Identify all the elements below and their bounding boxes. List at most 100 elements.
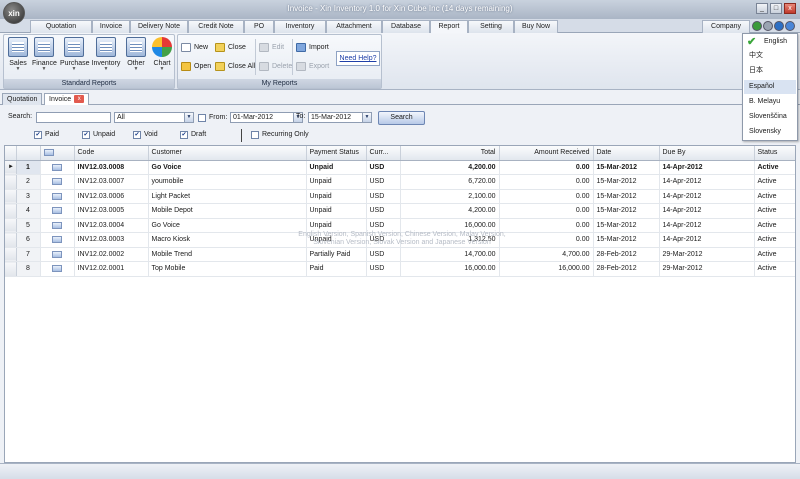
header-customer[interactable]: Customer	[148, 146, 307, 161]
search-button[interactable]: Search	[378, 111, 425, 125]
language-chinese[interactable]: 中文	[744, 49, 796, 63]
row-selector[interactable]	[5, 174, 17, 190]
tab-delivery-note[interactable]: Delivery Note	[130, 20, 188, 33]
language-slovenian[interactable]: Slovenščina	[744, 110, 796, 124]
tab-buy-now[interactable]: Buy Now	[514, 20, 558, 33]
export-report-button[interactable]: Export	[295, 60, 329, 73]
language-spanish[interactable]: Español	[744, 80, 796, 94]
tab-setting[interactable]: Setting	[468, 20, 514, 33]
tab-database[interactable]: Database	[382, 20, 430, 33]
cell-customer: Light Packet	[148, 189, 307, 204]
invoice-document-icon[interactable]	[52, 178, 62, 186]
invoice-document-icon[interactable]	[52, 221, 62, 229]
close-icon[interactable]: x	[74, 95, 85, 104]
recurring-only-checkbox[interactable]: Recurring Only	[251, 130, 309, 139]
from-date-checkbox[interactable]: From:	[198, 113, 227, 122]
language-slovak[interactable]: Slovensky	[744, 125, 796, 139]
table-row[interactable]: 6 INV12.03.0003 Macro Kiosk Unpaid USD 1,312.…	[5, 232, 795, 248]
close-report-button[interactable]: Close	[214, 41, 246, 54]
invoice-grid[interactable]: Code Customer Payment Status Curr... Tot…	[4, 145, 796, 463]
need-help-link[interactable]: Need Help?	[336, 51, 380, 66]
table-row[interactable]: 5 INV12.03.0004 Go Voice Unpaid USD 16,000.00…	[5, 218, 795, 233]
calendar-dropdown-icon[interactable]: ▼	[362, 113, 371, 122]
table-row[interactable]: ► 1 INV12.03.0008 Go Voice Unpaid USD 4,200.00…	[5, 160, 795, 175]
header-currency[interactable]: Curr...	[366, 146, 401, 161]
new-report-button[interactable]: New	[180, 41, 208, 54]
table-row[interactable]: 4 INV12.03.0005 Mobile Depot Unpaid USD 4,200…	[5, 203, 795, 219]
tab-attachment[interactable]: Attachment	[326, 20, 382, 33]
tab-invoice[interactable]: Invoice	[92, 20, 130, 33]
inventory-button[interactable]: Inventory ▼	[91, 37, 121, 79]
header-status[interactable]: Status	[754, 146, 795, 161]
help-icon[interactable]	[774, 21, 784, 31]
from-date-input[interactable]: 01-Mar-2012 ▼	[230, 112, 303, 123]
table-row[interactable]: 8 INV12.02.0001 Top Mobile Paid USD 16,000.00…	[5, 261, 795, 277]
header-total[interactable]: Total	[400, 146, 500, 161]
invoice-document-icon[interactable]	[52, 265, 62, 273]
language-malay[interactable]: B. Melayu	[744, 95, 796, 109]
minimize-button[interactable]: _	[756, 3, 768, 14]
row-selector[interactable]	[5, 189, 17, 204]
invoice-document-icon[interactable]	[52, 163, 62, 171]
tab-company[interactable]: Company	[702, 20, 750, 33]
cell-date: 15-Mar-2012	[593, 174, 660, 190]
tab-inventory[interactable]: Inventory	[274, 20, 326, 33]
doc-tab-quotation[interactable]: Quotation	[2, 93, 43, 105]
delete-icon	[259, 62, 269, 71]
row-selector[interactable]	[5, 232, 17, 248]
tab-credit-note[interactable]: Credit Note	[188, 20, 244, 33]
draft-checkbox[interactable]: ✔ Draft	[180, 130, 206, 139]
info-icon[interactable]	[785, 21, 795, 31]
import-report-button[interactable]: Import	[295, 41, 329, 54]
invoice-document-icon[interactable]	[52, 236, 62, 244]
void-checkbox[interactable]: ✔ Void	[133, 130, 158, 139]
table-row[interactable]: 7 INV12.02.0002 Mobile Trend Partially Paid…	[5, 247, 795, 262]
other-button[interactable]: Other ▼	[124, 37, 148, 79]
header-icon-column	[40, 146, 75, 161]
row-selector[interactable]	[5, 261, 17, 277]
globe-icon[interactable]	[752, 21, 762, 31]
search-input[interactable]	[36, 112, 111, 123]
tab-report[interactable]: Report	[430, 20, 468, 34]
chevron-down-icon[interactable]: ▼	[184, 113, 193, 122]
cell-icon	[40, 232, 75, 248]
maximize-button[interactable]: □	[770, 3, 782, 14]
table-row[interactable]: 3 INV12.03.0006 Light Packet Unpaid USD 2,100…	[5, 189, 795, 204]
row-selector[interactable]	[5, 218, 17, 233]
row-selector[interactable]	[5, 247, 17, 262]
to-date-input[interactable]: 15-Mar-2012 ▼	[308, 112, 372, 123]
invoice-document-icon[interactable]	[52, 250, 62, 258]
header-date[interactable]: Date	[593, 146, 660, 161]
header-due-by[interactable]: Due By	[659, 146, 755, 161]
table-row[interactable]: 2 INV12.03.0007 youmobile Unpaid USD 6,720.00…	[5, 174, 795, 190]
finance-button[interactable]: Finance ▼	[32, 37, 57, 79]
purchase-button[interactable]: Purchase ▼	[60, 37, 90, 79]
minimize-ribbon-icon[interactable]	[763, 21, 773, 31]
language-english[interactable]: English	[744, 35, 796, 49]
chart-button[interactable]: Chart ▼	[150, 37, 174, 79]
invoice-document-icon[interactable]	[52, 192, 62, 200]
row-selector[interactable]	[5, 203, 17, 219]
unpaid-checkbox[interactable]: ✔ Unpaid	[82, 130, 115, 139]
doc-tab-invoice[interactable]: Invoice x	[44, 93, 90, 105]
delete-report-button[interactable]: Delete	[258, 60, 292, 73]
window-title: Invoice - Xin Inventory 1.0 for Xin Cube…	[287, 4, 513, 13]
invoice-document-icon[interactable]	[52, 207, 62, 215]
language-japanese[interactable]: 日本	[744, 64, 796, 78]
header-payment-status[interactable]: Payment Status	[306, 146, 367, 161]
cell-date: 15-Mar-2012	[593, 203, 660, 219]
close-all-button[interactable]: Close All	[214, 60, 255, 73]
header-amount-received[interactable]: Amount Received	[499, 146, 594, 161]
edit-report-button[interactable]: Edit	[258, 41, 284, 54]
open-report-button[interactable]: Open	[180, 60, 211, 73]
cell-amount-received: 4,700.00	[499, 247, 594, 262]
row-selector[interactable]: ►	[5, 160, 17, 175]
tab-po[interactable]: PO	[244, 20, 274, 33]
app-logo[interactable]: xin	[3, 2, 25, 24]
tab-quotation[interactable]: Quotation	[30, 20, 92, 33]
scope-select[interactable]: All ▼	[114, 112, 194, 123]
sales-button[interactable]: Sales ▼	[6, 37, 30, 79]
header-code[interactable]: Code	[74, 146, 149, 161]
paid-checkbox[interactable]: ✔ Paid	[34, 130, 59, 139]
close-button[interactable]: x	[784, 3, 796, 14]
